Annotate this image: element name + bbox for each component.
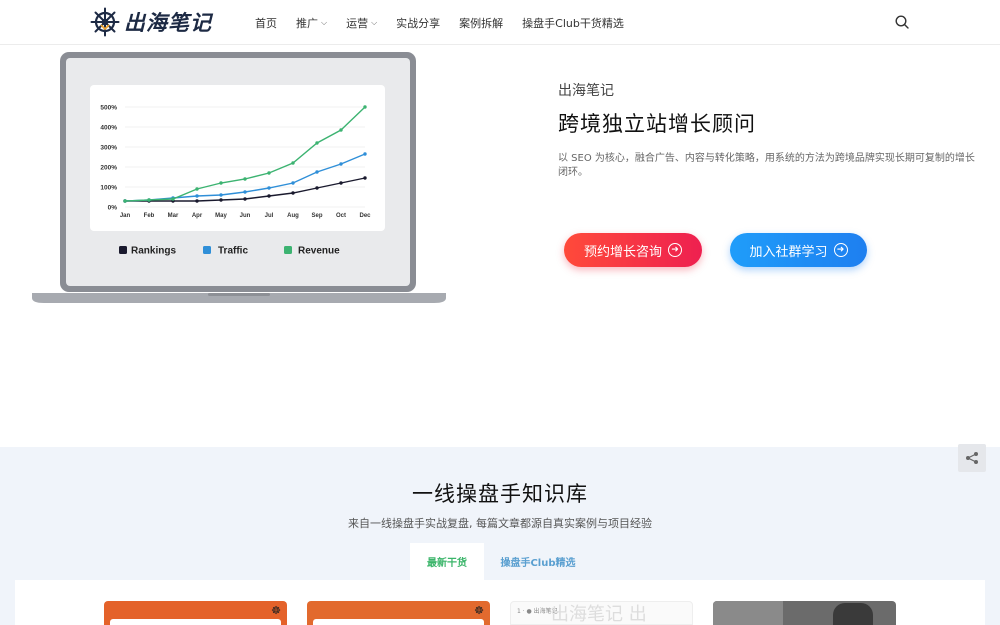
data-point-traffic xyxy=(291,181,295,185)
nav-operations[interactable]: 运营 ⌵ xyxy=(346,15,377,31)
y-tick-label: 0% xyxy=(108,205,118,212)
ship-wheel-icon xyxy=(90,7,120,37)
data-point-revenue xyxy=(147,198,151,202)
data-point-rankings xyxy=(195,199,199,203)
hero-brand: 出海笔记 xyxy=(558,83,614,99)
arrow-right-circle-icon: ➜ xyxy=(833,243,848,257)
logo[interactable]: 出海笔记 xyxy=(90,6,212,38)
data-point-revenue xyxy=(195,187,199,191)
tab-club-picks[interactable]: 操盘手Club精选 xyxy=(492,543,584,580)
x-tick-label: Jul xyxy=(265,213,274,219)
site-header: 出海笔记 首页 推广 ⌵ 运营 ⌵ 实战分享 案例拆解 操盘手Club干货精选 xyxy=(0,0,1000,45)
legend-swatch-revenue xyxy=(284,246,292,254)
logo-text: 出海笔记 xyxy=(124,10,212,35)
data-point-traffic xyxy=(243,190,247,194)
data-point-traffic xyxy=(195,194,199,198)
data-point-revenue xyxy=(339,128,343,132)
data-point-revenue xyxy=(123,199,127,203)
nav-promotion[interactable]: 推广 ⌵ xyxy=(296,15,327,31)
section-title: 一线操盘手知识库 xyxy=(412,482,588,506)
data-point-revenue xyxy=(171,197,175,201)
data-point-traffic xyxy=(315,170,319,174)
data-point-revenue xyxy=(291,161,295,165)
ship-wheel-icon: ☸ xyxy=(271,604,281,617)
nav-cases[interactable]: 案例拆解 xyxy=(459,15,503,31)
y-tick-label: 100% xyxy=(100,185,117,192)
data-point-traffic xyxy=(267,186,271,190)
x-tick-label: May xyxy=(215,213,227,219)
search-icon[interactable] xyxy=(894,14,910,30)
card-photo xyxy=(713,601,783,625)
arrow-right-circle-icon: ➜ xyxy=(668,243,682,257)
data-point-traffic xyxy=(363,152,367,156)
nav-home[interactable]: 首页 xyxy=(255,15,277,31)
share-icon xyxy=(966,452,978,464)
chevron-down-icon: ⌵ xyxy=(371,17,378,27)
ship-wheel-icon: ☸ xyxy=(474,604,484,617)
data-point-revenue xyxy=(315,141,319,145)
legend-swatch-rankings xyxy=(119,246,127,254)
data-point-rankings xyxy=(363,176,367,180)
nav-practice[interactable]: 实战分享 xyxy=(396,15,440,31)
data-point-revenue xyxy=(219,181,223,185)
data-point-rankings xyxy=(219,198,223,202)
data-point-revenue xyxy=(267,171,271,175)
data-point-rankings xyxy=(291,191,295,195)
section-subtitle: 来自一线操盘手实战复盘, 每篇文章都源自真实案例与项目经验 xyxy=(348,517,652,530)
legend-label-rankings: Rankings xyxy=(131,246,176,257)
x-tick-label: Aug xyxy=(287,213,299,219)
data-point-traffic xyxy=(219,193,223,197)
legend-label-traffic: Traffic xyxy=(218,246,248,257)
article-card[interactable]: ☸ xyxy=(104,601,287,625)
join-community-button[interactable]: 加入社群学习 ➜ xyxy=(730,233,867,267)
x-tick-label: Oct xyxy=(336,213,346,219)
hero-text: 出海笔记 跨境独立站增长顾问 以 SEO 为核心，融合广告、内容与转化策略，用系… xyxy=(558,80,978,180)
y-tick-label: 400% xyxy=(100,125,117,132)
article-card[interactable]: 1 · ● 出海笔记 出海笔记 出 xyxy=(510,601,693,625)
laptop-chart-illustration: 0% 100% 200% 300% 400% 500% Jan Feb Mar Apr May Jun… xyxy=(32,52,446,303)
x-tick-label: Apr xyxy=(192,213,203,219)
watermark: 出海笔记 出 xyxy=(551,604,647,625)
data-point-revenue xyxy=(243,177,247,181)
tab-latest[interactable]: 最新干货 xyxy=(410,543,484,580)
share-button[interactable] xyxy=(958,444,986,472)
nav-club[interactable]: 操盘手Club干货精选 xyxy=(522,15,624,31)
chevron-down-icon: ⌵ xyxy=(321,17,328,27)
data-point-rankings xyxy=(315,186,319,190)
y-tick-label: 500% xyxy=(100,105,117,112)
y-tick-label: 300% xyxy=(100,145,117,152)
y-tick-label: 200% xyxy=(100,165,117,172)
data-point-rankings xyxy=(267,194,271,198)
hero-title: 跨境独立站增长顾问 xyxy=(558,112,756,136)
x-tick-label: Feb xyxy=(144,213,155,219)
data-point-traffic xyxy=(339,162,343,166)
consult-button[interactable]: 预约增长咨询 ➜ xyxy=(564,233,702,267)
x-tick-label: Jan xyxy=(120,213,131,219)
x-tick-label: Dec xyxy=(359,213,371,219)
x-tick-label: Jun xyxy=(240,213,251,219)
article-card[interactable]: ☸ xyxy=(307,601,490,625)
article-card[interactable] xyxy=(713,601,896,625)
data-point-revenue xyxy=(363,105,367,109)
data-point-rankings xyxy=(243,197,247,201)
hero-description: 以 SEO 为核心，融合广告、内容与转化策略，用系统的方法为跨境品牌实现长期可复… xyxy=(558,153,975,178)
x-tick-label: Sep xyxy=(311,213,322,219)
legend-swatch-traffic xyxy=(203,246,211,254)
x-tick-label: Mar xyxy=(168,213,179,219)
main-nav: 首页 推广 ⌵ 运营 ⌵ 实战分享 案例拆解 操盘手Club干货精选 xyxy=(255,0,643,45)
chart-legend: Rankings Traffic Revenue xyxy=(119,246,340,257)
data-point-rankings xyxy=(339,181,343,185)
legend-label-revenue: Revenue xyxy=(298,246,340,257)
